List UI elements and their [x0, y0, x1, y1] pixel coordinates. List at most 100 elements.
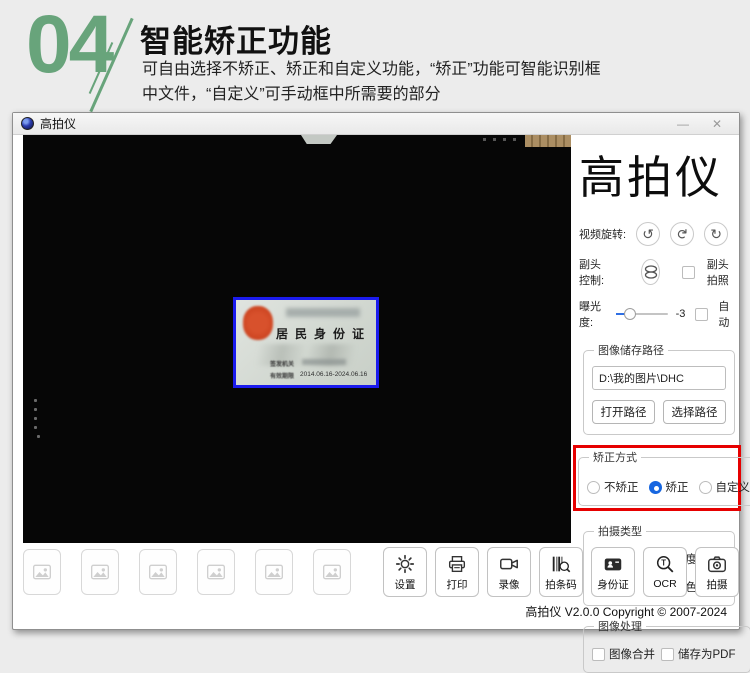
brand-title: 高拍仪 — [565, 141, 737, 206]
close-button[interactable]: ✕ — [703, 117, 731, 131]
head-photo-label: 副头拍照 — [707, 256, 737, 288]
image-merge-checkbox[interactable] — [592, 648, 605, 661]
thumbnail-slot[interactable] — [197, 549, 235, 595]
card-title: 居 民 身 份 证 — [276, 325, 366, 342]
ocr-label: OCR — [653, 578, 676, 590]
preview-artifact-dot — [34, 399, 37, 402]
print-label: 打印 — [447, 577, 468, 592]
auto-exposure-checkbox[interactable] — [695, 308, 708, 321]
slider-thumb[interactable] — [624, 308, 636, 320]
svg-text:T: T — [661, 559, 666, 568]
head-control-icon[interactable] — [641, 259, 659, 285]
radio-custom[interactable] — [699, 481, 712, 494]
thumbnail-slot[interactable] — [23, 549, 61, 595]
description-line-2: 中文件，“自定义”可手动框中所需要的部分 — [142, 86, 441, 103]
radio-no-correction[interactable] — [587, 481, 600, 494]
capture-type-label: 拍摄类型 — [594, 523, 646, 539]
camera-icon — [706, 553, 728, 575]
window-titlebar: 高拍仪 — ✕ — [13, 113, 739, 135]
correction-highlight-box: 矫正方式 不矫正 矫正 自定义 — [573, 445, 741, 511]
scan-barcode-label: 拍条码 — [545, 577, 577, 592]
exposure-label: 曝光度: — [579, 298, 610, 330]
capture-button[interactable]: 拍摄 — [695, 547, 739, 597]
card-blurred-text — [286, 308, 360, 317]
section-title: 智能矫正功能 — [140, 16, 332, 61]
settings-button[interactable]: 设置 — [383, 547, 427, 597]
choose-path-button[interactable]: 选择路径 — [663, 400, 726, 424]
camera-stand-artifact — [301, 135, 337, 144]
save-pdf-checkbox[interactable] — [661, 648, 674, 661]
camera-preview[interactable]: 居 民 身 份 证 签发机关 有效期限 2014.06.16-2024.06.1… — [23, 135, 571, 543]
preview-artifact-dot — [34, 417, 37, 420]
preview-artifact-dot — [493, 138, 496, 141]
correction-label: 矫正 — [666, 479, 689, 495]
exposure-value: -3 — [676, 308, 686, 320]
image-processing-group: 图像处理 图像合并 储存为PDF — [583, 618, 750, 673]
video-rotation-row: 视频旋转: ↺ ↻ ↻ — [565, 222, 737, 246]
image-processing-label: 图像处理 — [594, 618, 646, 634]
correction-options-row: 不矫正 矫正 自定义 — [587, 479, 750, 495]
exposure-slider[interactable] — [616, 308, 668, 320]
head-control-label: 副头控制: — [579, 256, 611, 288]
merge-option: 图像合并 — [592, 646, 661, 662]
minimize-button[interactable]: — — [669, 117, 697, 131]
preview-artifact-dot — [483, 138, 486, 141]
image-placeholder-icon — [32, 563, 52, 581]
custom-label: 自定义 — [716, 479, 750, 495]
card-validity-label: 有效期限 — [270, 371, 294, 380]
thumbnail-slot[interactable] — [255, 549, 293, 595]
app-window: 高拍仪 — ✕ 居 民 身 份 证 签发机关 有效期限 2014.06.16-2… — [12, 112, 740, 630]
thumbnail-slot[interactable] — [81, 549, 119, 595]
record-video-button[interactable]: 录像 — [487, 547, 531, 597]
image-placeholder-icon — [90, 563, 110, 581]
preview-artifact-dot — [37, 435, 40, 438]
rotate-right-icon[interactable]: ↻ — [704, 222, 728, 246]
thumbnail-slot[interactable] — [313, 549, 351, 595]
rotate-left-icon[interactable]: ↺ — [636, 222, 660, 246]
ocr-button[interactable]: T OCR — [643, 547, 687, 597]
open-path-button[interactable]: 打开路径 — [592, 400, 655, 424]
no-correction-label: 不矫正 — [604, 479, 639, 495]
id-card-icon — [602, 553, 624, 575]
preview-artifact-dot — [34, 408, 37, 411]
id-card-button[interactable]: 身份证 — [591, 547, 635, 597]
correction-mode-group: 矫正方式 不矫正 矫正 自定义 — [578, 449, 750, 506]
scan-barcode-button[interactable]: 拍条码 — [539, 547, 583, 597]
head-photo-checkbox[interactable] — [682, 266, 695, 279]
path-buttons-row: 打开路径 选择路径 — [592, 400, 726, 424]
correction-mode-label: 矫正方式 — [589, 449, 641, 465]
video-rotation-label: 视频旋转: — [579, 226, 626, 242]
thumbnail-slot[interactable] — [139, 549, 177, 595]
image-merge-label: 图像合并 — [609, 646, 655, 662]
national-emblem-blur — [243, 306, 273, 340]
id-card-detected: 居 民 身 份 证 签发机关 有效期限 2014.06.16-2024.06.1… — [233, 297, 379, 388]
preview-artifact-dot — [513, 138, 516, 141]
preview-artifact-dot — [503, 138, 506, 141]
processing-grid: 图像合并 储存为PDF — [592, 646, 742, 662]
gear-icon — [394, 553, 416, 575]
image-placeholder-icon — [264, 563, 284, 581]
radio-correction[interactable] — [649, 481, 662, 494]
rotate-180-icon[interactable]: ↻ — [670, 222, 694, 246]
id-card-label: 身份证 — [597, 577, 629, 592]
capture-label: 拍摄 — [707, 577, 728, 592]
head-control-row: 副头控制: 副头拍照 — [565, 256, 737, 288]
control-panel: 高拍仪 视频旋转: ↺ ↻ ↻ 副头控制: 副头拍照 曝光度: — [565, 135, 737, 543]
section-description: 可自由选择不矫正、矫正和自定义功能，“矫正”功能可智能识别框 中文件，“自定义”… — [142, 58, 732, 108]
settings-label: 设置 — [395, 577, 416, 592]
pdf-option: 储存为PDF — [661, 646, 742, 662]
card-validity-value: 2014.06.16-2024.06.16 — [300, 371, 367, 378]
save-pdf-label: 储存为PDF — [678, 646, 736, 662]
app-icon — [21, 117, 34, 130]
ocr-magnifier-icon: T — [654, 554, 676, 576]
storage-path-group: 图像储存路径 打开路径 选择路径 — [583, 342, 735, 435]
description-line-1: 可自由选择不矫正、矫正和自定义功能，“矫正”功能可智能识别框 — [142, 61, 601, 78]
storage-path-input[interactable] — [592, 366, 726, 390]
video-camera-icon — [498, 553, 520, 575]
thumbnail-strip — [23, 549, 351, 595]
barcode-icon — [550, 553, 572, 575]
printer-icon — [446, 553, 468, 575]
print-button[interactable]: 打印 — [435, 547, 479, 597]
image-placeholder-icon — [148, 563, 168, 581]
image-placeholder-icon — [322, 563, 342, 581]
